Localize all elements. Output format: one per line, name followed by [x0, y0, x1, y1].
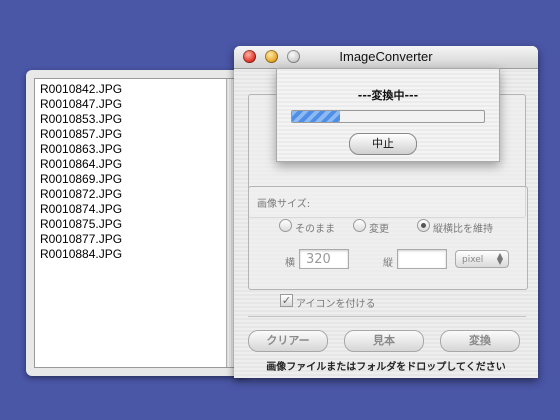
- file-list-item[interactable]: R0010853.JPG: [40, 112, 241, 127]
- preview-button[interactable]: 見本: [344, 330, 424, 352]
- height-label: 縦: [383, 258, 393, 269]
- status-text: 画像ファイルまたはフォルダをドロップしてください: [266, 362, 506, 373]
- file-list-item[interactable]: R0010847.JPG: [40, 97, 241, 112]
- file-list-item[interactable]: R0010874.JPG: [40, 202, 241, 217]
- image-size-heading: 画像サイズ:: [257, 199, 311, 210]
- height-field[interactable]: [397, 249, 447, 269]
- divider: [248, 316, 526, 317]
- unit-popup-value: pixel: [462, 255, 484, 265]
- file-list-panel: R0010842.JPG R0010847.JPG R0010853.JPG R001…: [26, 70, 248, 376]
- unit-popup[interactable]: pixel ▲ ▼: [455, 250, 509, 268]
- stop-button[interactable]: 中止: [349, 133, 417, 155]
- icon-checkbox-label: アイコンを付ける: [296, 299, 376, 310]
- image-size-group: 画像サイズ: そのまま 変更 縦横比を維持 横 320 縦 pixel ▲ ▼: [248, 186, 528, 290]
- radio-change[interactable]: [353, 219, 366, 232]
- file-list-items: R0010842.JPG R0010847.JPG R0010853.JPG R001…: [35, 79, 241, 262]
- file-list-item[interactable]: R0010864.JPG: [40, 157, 241, 172]
- radio-keep-aspect[interactable]: [417, 219, 430, 232]
- file-list-item[interactable]: R0010877.JPG: [40, 232, 241, 247]
- icon-checkbox[interactable]: ✓: [280, 294, 293, 307]
- window-title: ImageConverter: [339, 49, 433, 64]
- width-field[interactable]: 320: [299, 249, 349, 269]
- file-list-item[interactable]: R0010872.JPG: [40, 187, 241, 202]
- progress-bar-fill: [292, 111, 340, 122]
- radio-keep-original-label: そのまま: [295, 224, 335, 235]
- popup-arrows-icon: ▲ ▼: [496, 251, 504, 266]
- convert-button[interactable]: 変換: [440, 330, 520, 352]
- width-label: 横: [285, 258, 295, 269]
- file-list-item[interactable]: R0010842.JPG: [40, 82, 241, 97]
- file-list-item[interactable]: R0010884.JPG: [40, 247, 241, 262]
- radio-keep-original[interactable]: [279, 219, 292, 232]
- file-list[interactable]: R0010842.JPG R0010847.JPG R0010853.JPG R001…: [34, 78, 242, 368]
- file-list-item[interactable]: R0010857.JPG: [40, 127, 241, 142]
- file-list-item[interactable]: R0010875.JPG: [40, 217, 241, 232]
- progress-sheet: ---変換中--- 中止: [276, 68, 500, 162]
- progress-bar: [291, 110, 485, 123]
- clear-button[interactable]: クリアー: [248, 330, 328, 352]
- file-list-item[interactable]: R0010869.JPG: [40, 172, 241, 187]
- radio-keep-aspect-label: 縦横比を維持: [433, 224, 493, 235]
- file-list-item[interactable]: R0010863.JPG: [40, 142, 241, 157]
- radio-change-label: 変更: [369, 224, 389, 235]
- progress-message: ---変換中---: [357, 89, 419, 102]
- title-bar[interactable]: ImageConverter: [234, 46, 538, 69]
